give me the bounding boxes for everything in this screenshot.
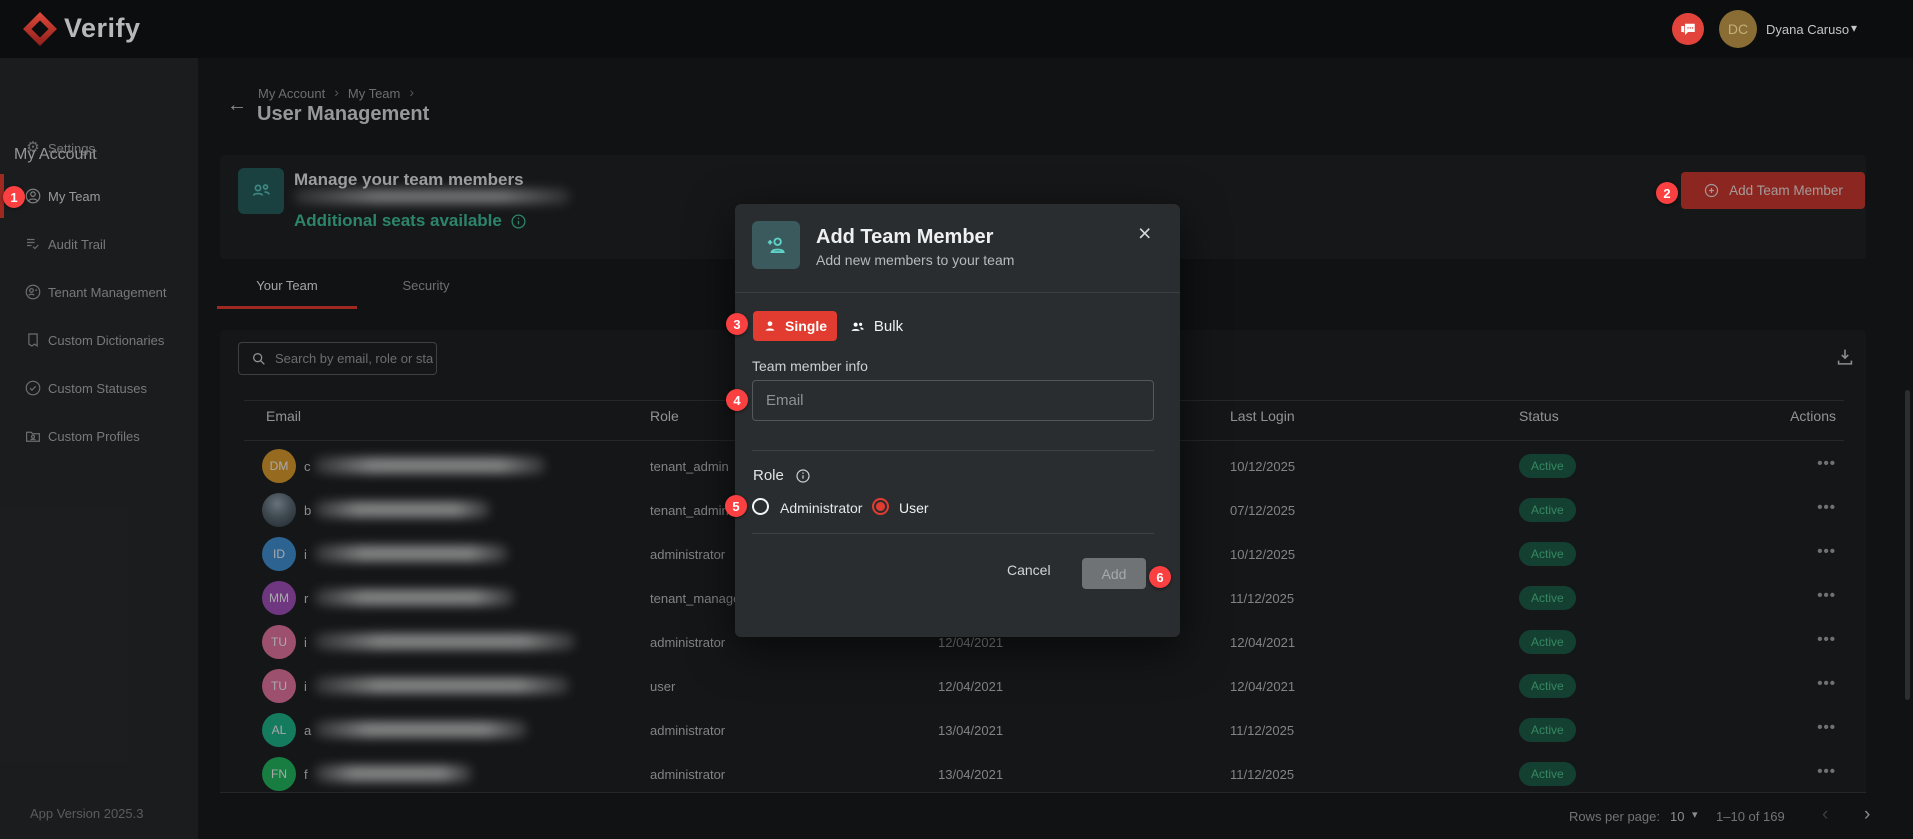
- chevron-down-icon[interactable]: ▾: [1851, 21, 1857, 35]
- app-window: Verify DC Dyana Caruso ▾ My Account ⚙ Se…: [0, 0, 1913, 839]
- divider: [735, 292, 1180, 293]
- annotation-badge-4: 4: [726, 389, 748, 411]
- people-icon: [849, 319, 866, 334]
- annotation-badge-6: 6: [1149, 566, 1171, 588]
- email-input[interactable]: [752, 380, 1154, 421]
- divider: [752, 450, 1154, 451]
- brand-title: Verify: [64, 13, 141, 44]
- chat-button[interactable]: [1672, 13, 1704, 45]
- close-icon[interactable]: ×: [1138, 222, 1151, 245]
- annotation-badge-5: 5: [725, 495, 747, 517]
- top-bar: Verify DC Dyana Caruso ▾: [0, 0, 1913, 58]
- role-label: Role: [753, 467, 811, 484]
- administrator-radio[interactable]: [752, 498, 769, 515]
- annotation-badge-1: 1: [3, 186, 25, 208]
- person-add-icon: [752, 221, 800, 269]
- chat-bubble-icon: [1679, 20, 1697, 38]
- modal-title: Add Team Member: [816, 226, 993, 249]
- add-team-member-modal: Add Team Member Add new members to your …: [735, 204, 1180, 637]
- annotation-badge-2: 2: [1656, 182, 1678, 204]
- single-mode-button[interactable]: Single: [753, 311, 837, 341]
- bulk-mode-button[interactable]: Bulk: [845, 311, 907, 341]
- team-member-info-label: Team member info: [752, 358, 868, 374]
- verify-logo-icon: [23, 12, 57, 46]
- annotation-badge-3: 3: [726, 313, 748, 335]
- modal-subtitle: Add new members to your team: [816, 252, 1014, 268]
- cancel-button[interactable]: Cancel: [1007, 562, 1051, 578]
- user-avatar[interactable]: DC: [1719, 10, 1757, 48]
- user-radio-label[interactable]: User: [899, 500, 929, 516]
- divider: [752, 533, 1154, 534]
- administrator-radio-label[interactable]: Administrator: [780, 500, 862, 516]
- info-icon[interactable]: [795, 468, 811, 484]
- person-icon: [763, 319, 777, 333]
- user-radio[interactable]: [872, 498, 889, 515]
- add-submit-button[interactable]: Add: [1082, 558, 1146, 589]
- user-name[interactable]: Dyana Caruso: [1766, 22, 1849, 37]
